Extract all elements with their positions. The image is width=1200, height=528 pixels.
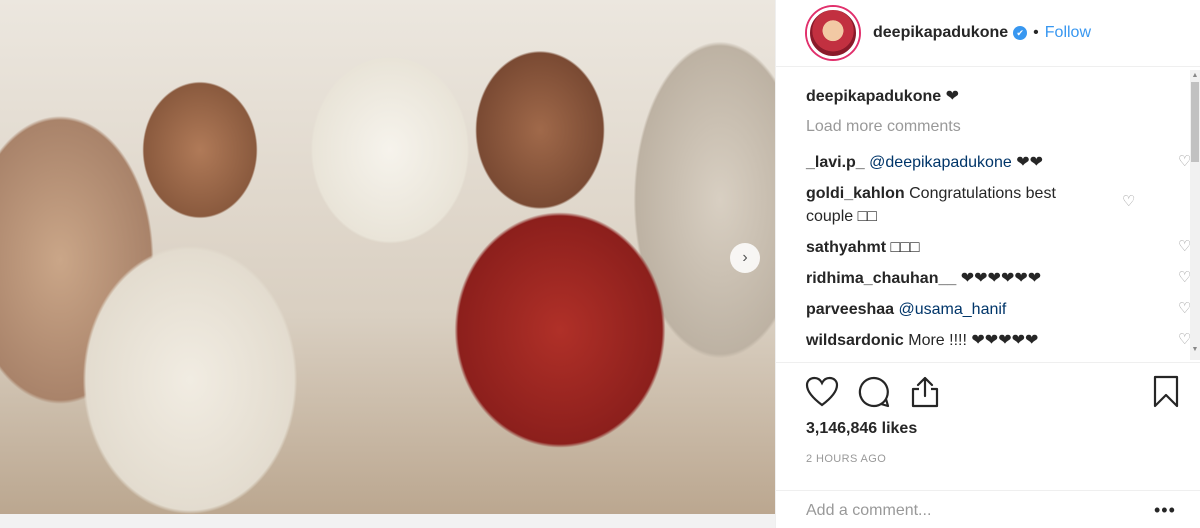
comment-bubble-icon[interactable]	[857, 375, 891, 409]
scroll-down-icon[interactable]: ▼	[1191, 346, 1199, 353]
comment-mention[interactable]: @deepikapadukone	[869, 154, 1012, 171]
comment-row: sathyahmt □□□ ♡	[806, 236, 1191, 259]
comment-row: goldi_kahlon Congratulations best couple…	[806, 182, 1135, 228]
follow-button[interactable]: Follow	[1045, 24, 1091, 42]
comment-username[interactable]: goldi_kahlon	[806, 185, 905, 202]
divider	[775, 362, 1200, 363]
add-comment-input[interactable]	[806, 502, 1136, 520]
post-timestamp[interactable]: 2 HOURS AGO	[806, 453, 886, 465]
caption-text: ❤	[945, 88, 960, 105]
like-comment-heart-icon[interactable]: ♡	[1122, 194, 1138, 210]
post-sidebar: deepikapadukone ✔ • Follow	[775, 0, 1200, 528]
comment-username[interactable]: ridhima_chauhan__	[806, 270, 956, 287]
separator-dot: •	[1033, 24, 1039, 41]
next-image-button[interactable]: ›	[730, 243, 760, 273]
comment-text: ❤❤❤❤❤❤	[960, 270, 1042, 287]
comment-username[interactable]: sathyahmt	[806, 239, 886, 256]
likes-count[interactable]: 3,146,846 likes	[806, 420, 917, 438]
divider	[775, 490, 1200, 491]
comment-text: □□□	[890, 239, 920, 256]
image-bottom-strip	[0, 514, 775, 528]
post-header: deepikapadukone ✔ • Follow	[776, 0, 1200, 67]
post-image[interactable]: ›	[0, 0, 775, 528]
like-heart-icon[interactable]	[805, 376, 839, 408]
scroll-up-icon[interactable]: ▲	[1191, 72, 1199, 79]
header-username[interactable]: deepikapadukone	[873, 24, 1008, 42]
share-icon[interactable]	[909, 375, 941, 409]
more-options-icon[interactable]: •••	[1154, 500, 1176, 521]
comment-row: parveeshaa @usama_hanif ♡	[806, 298, 1191, 321]
comment-text: More !!!! ❤❤❤❤❤	[908, 332, 1039, 349]
chevron-right-icon: ›	[742, 249, 748, 266]
comment-row: _lavi.p_ @deepikapadukone ❤❤ ♡	[806, 151, 1191, 174]
scrollbar-thumb[interactable]	[1191, 82, 1199, 162]
bookmark-icon[interactable]	[1152, 375, 1180, 409]
comment-row: ridhima_chauhan__ ❤❤❤❤❤❤ ♡	[806, 267, 1191, 290]
caption-username[interactable]: deepikapadukone	[806, 88, 941, 105]
comment-mention[interactable]: @usama_hanif	[899, 301, 1007, 318]
comment-text: ❤❤	[1016, 154, 1043, 171]
caption: deepikapadukone ❤	[806, 86, 959, 106]
comment-username[interactable]: _lavi.p_	[806, 154, 865, 171]
comment-username[interactable]: wildsardonic	[806, 332, 904, 349]
load-more-comments[interactable]: Load more comments	[806, 118, 961, 136]
avatar[interactable]	[807, 7, 859, 59]
comment-username[interactable]: parveeshaa	[806, 301, 894, 318]
comment-row: wildsardonic More !!!! ❤❤❤❤❤ ♡	[806, 329, 1191, 352]
verified-badge-icon: ✔	[1013, 26, 1028, 40]
